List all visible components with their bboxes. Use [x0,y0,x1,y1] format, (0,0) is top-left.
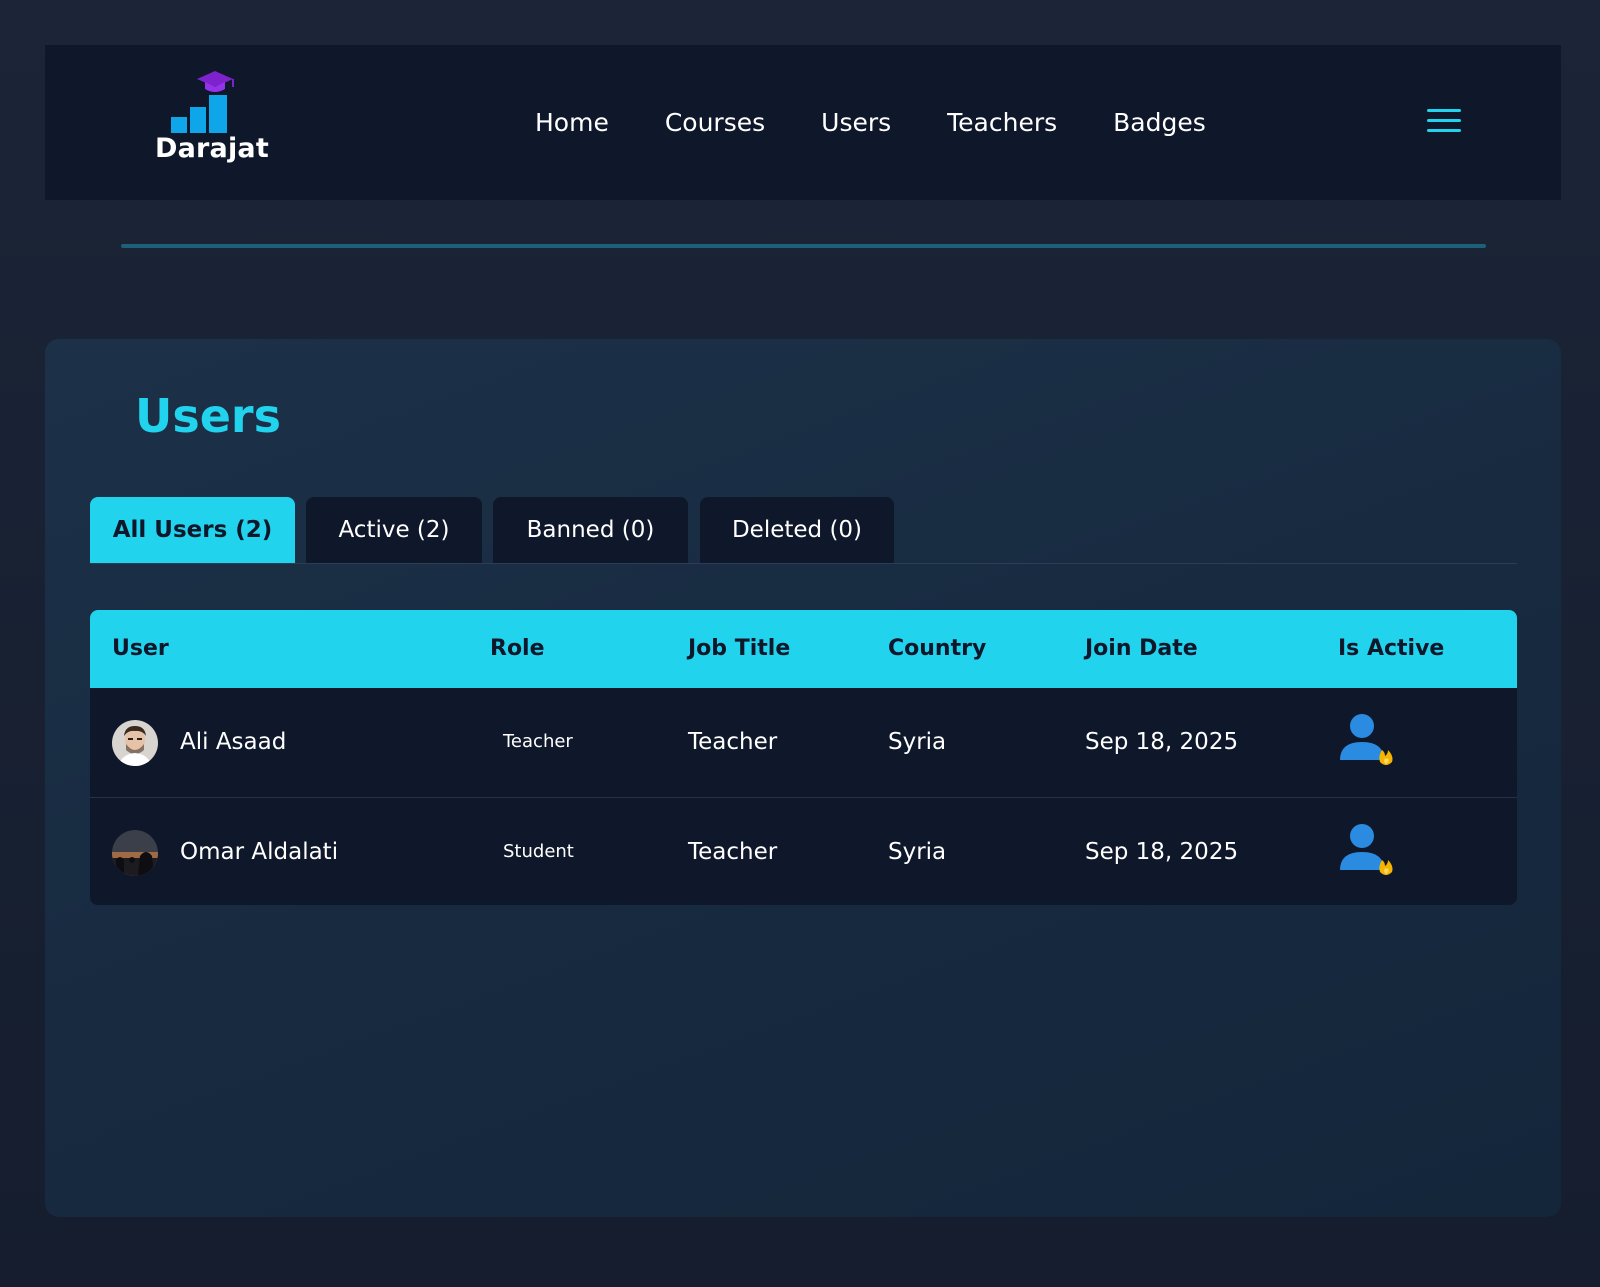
table-row[interactable]: Omar Aldalati Student Teacher Syria Sep … [90,797,1517,905]
nav-users[interactable]: Users [821,108,891,137]
users-panel: Users All Users (2) Active (2) Banned (0… [45,339,1561,1217]
nav-courses[interactable]: Courses [665,108,765,137]
column-header-join-date[interactable]: Join Date [1085,610,1198,688]
user-active-icon[interactable] [1338,822,1394,882]
avatar[interactable] [112,720,158,766]
nav-home[interactable]: Home [535,108,609,137]
graduation-cap-bars-icon [171,71,234,133]
table-row[interactable]: Ali Asaad Teacher Teacher Syria Sep 18, … [90,688,1517,796]
user-join-date: Sep 18, 2025 [1085,729,1239,755]
column-header-is-active[interactable]: Is Active [1338,610,1444,688]
user-join-date: Sep 18, 2025 [1085,839,1239,865]
nav-badges[interactable]: Badges [1113,108,1206,137]
hamburger-menu-icon[interactable] [1427,109,1461,135]
user-role: Teacher [503,731,573,752]
user-filter-tabs: All Users (2) Active (2) Banned (0) Dele… [90,497,1517,564]
tab-all-users[interactable]: All Users (2) [90,497,295,563]
users-table: User Role Job Title Country Join Date Is… [90,610,1517,905]
user-job-title: Teacher [688,729,778,755]
column-header-job-title[interactable]: Job Title [688,610,790,688]
column-header-country[interactable]: Country [888,610,986,688]
avatar[interactable] [112,830,158,876]
brand-logo[interactable]: Darajat [155,67,269,167]
main-nav: Home Courses Users Teachers Badges [535,45,1262,200]
column-header-role[interactable]: Role [490,610,545,688]
nav-teachers[interactable]: Teachers [947,108,1057,137]
user-active-icon[interactable] [1338,712,1394,772]
user-role: Student [503,841,574,862]
user-name[interactable]: Omar Aldalati [180,798,338,905]
top-navbar: Darajat Home Courses Users Teachers Badg… [45,45,1561,200]
tab-active[interactable]: Active (2) [306,497,482,563]
brand-name: Darajat [155,133,269,164]
page-title: Users [135,389,281,443]
user-country: Syria [888,839,947,865]
user-name[interactable]: Ali Asaad [180,688,286,796]
user-country: Syria [888,729,947,755]
tab-deleted[interactable]: Deleted (0) [700,497,894,563]
tab-banned[interactable]: Banned (0) [493,497,688,563]
column-header-user[interactable]: User [112,610,169,688]
header-divider [121,244,1486,248]
table-header: User Role Job Title Country Join Date Is… [90,610,1517,688]
user-job-title: Teacher [688,839,778,865]
